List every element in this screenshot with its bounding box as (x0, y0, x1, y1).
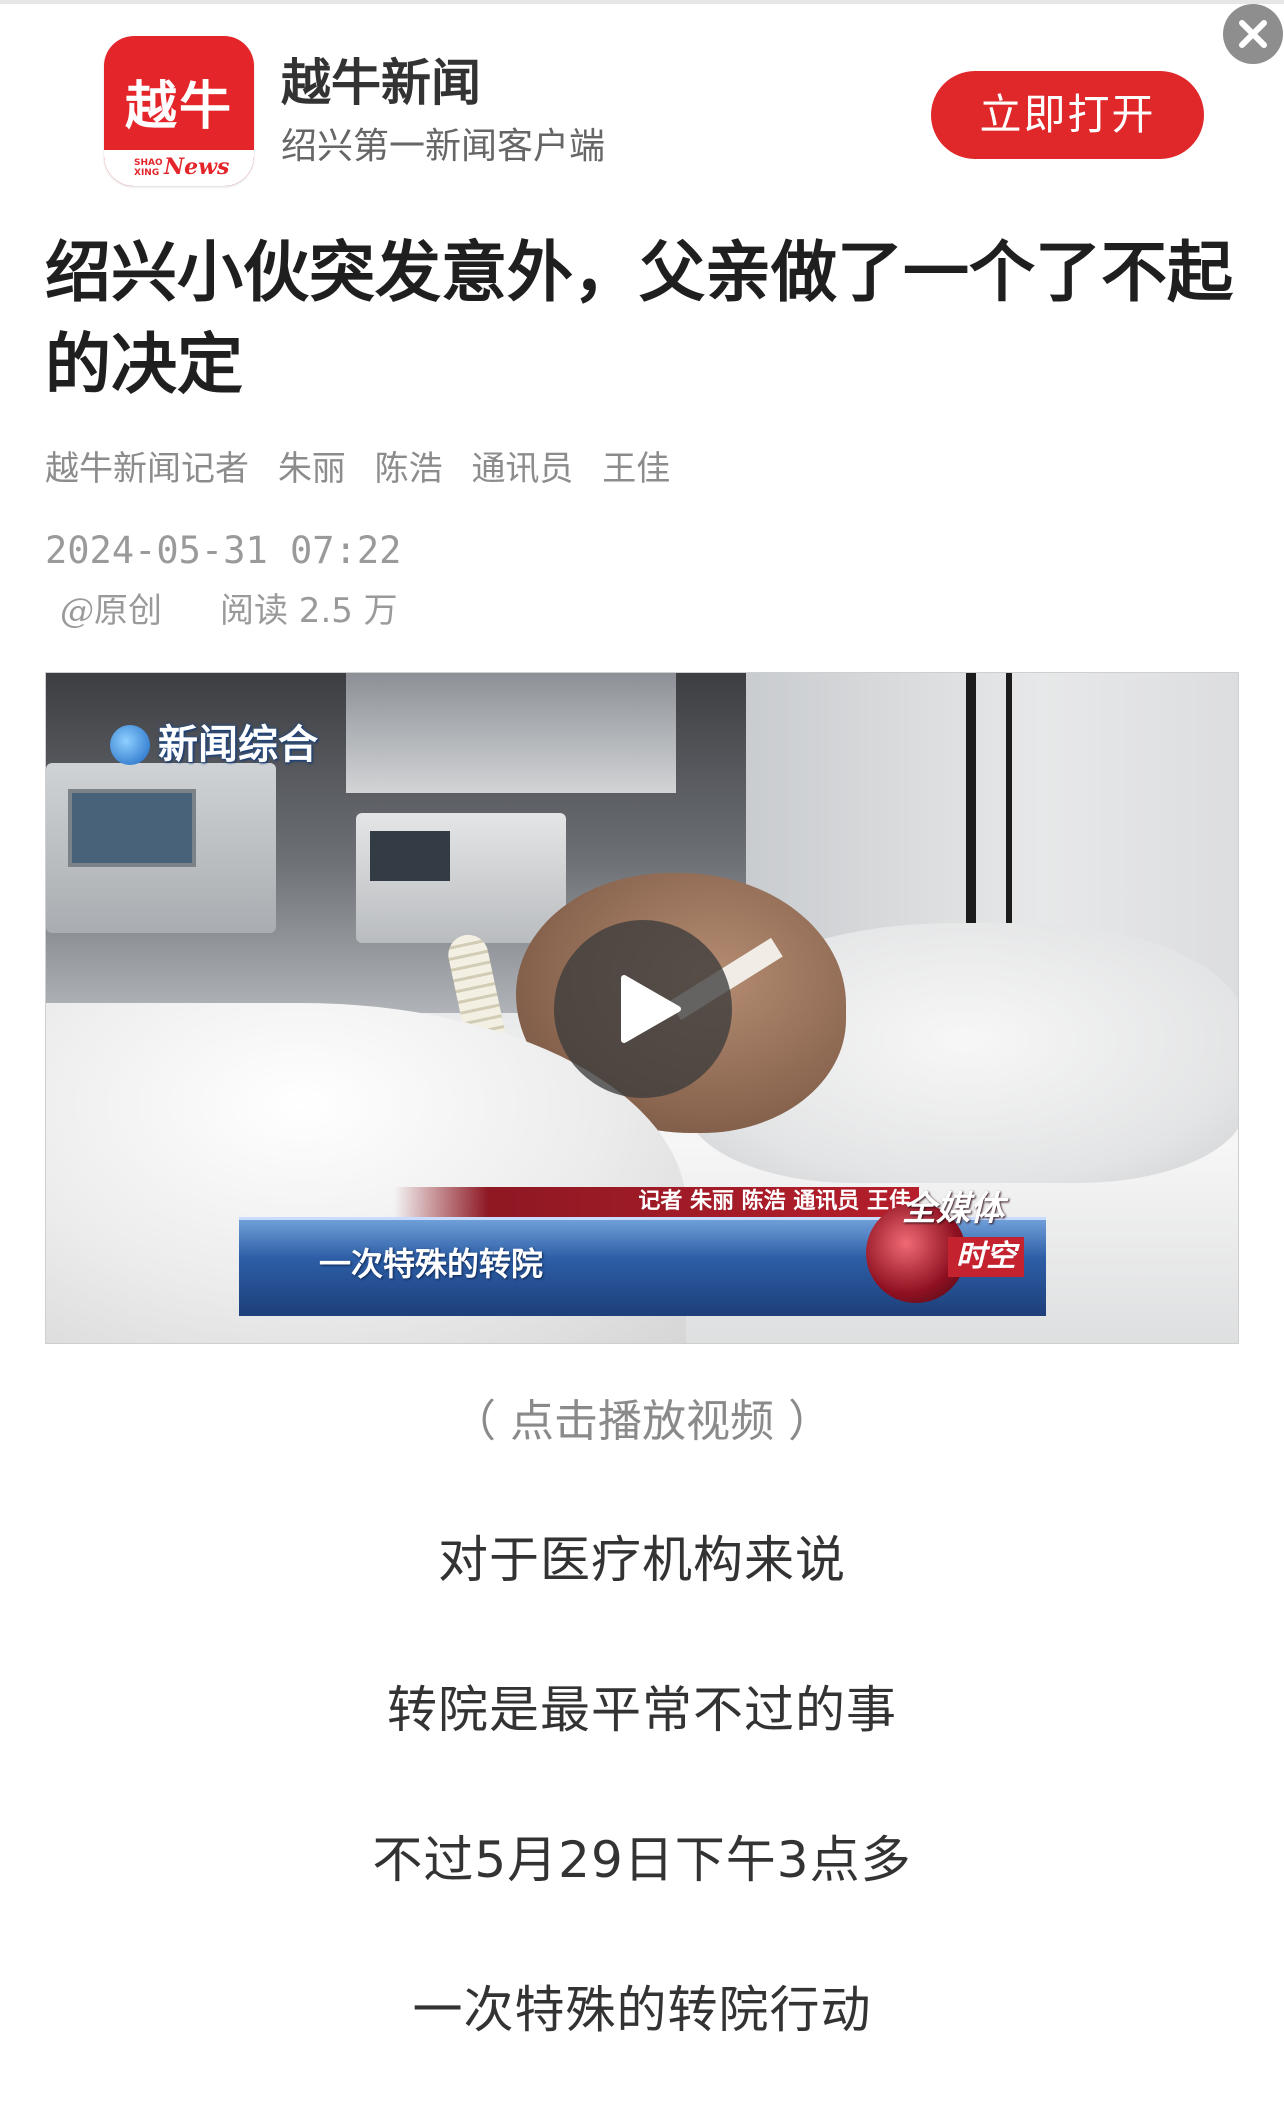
channel-icon (110, 725, 150, 765)
read-count: 阅读 2.5 万 (220, 591, 398, 631)
byline-correspondent: 王佳 (602, 449, 671, 489)
app-download-banner[interactable]: 越牛 SHAO XING News 越牛新闻 绍兴第一新闻客户端 立即打开 (0, 4, 1284, 190)
publish-time: 2024-05-31 07:22 (45, 529, 402, 572)
logo-small-text: SHAO XING (134, 158, 163, 178)
video-frame-ventilator (356, 813, 566, 943)
logo-footer: SHAO XING News (104, 150, 254, 186)
logo-news-text: News (164, 154, 230, 180)
article-title: 绍兴小伙突发意外，父亲做了一个了不起的决定 (45, 233, 1233, 403)
video-caption: 一次特殊的转院 (319, 1245, 544, 1283)
logo-text: 越牛 (124, 76, 233, 137)
video-player[interactable]: 新闻综合 记者 朱丽 陈浩 通讯员 王佳 一次特殊的转院 全媒体 时空 (45, 672, 1239, 1344)
article-paragraph: 对于医疗机构来说 (438, 1531, 846, 1589)
article-meta: @原创 阅读 2.5 万 (60, 590, 398, 632)
article-byline: 越牛新闻记者 朱丽 陈浩 通讯员 王佳 (45, 448, 688, 490)
byline-outlet: 越牛新闻记者 (45, 449, 249, 489)
close-icon (1239, 20, 1267, 48)
article-paragraph: 不过5月29日下午3点多 (372, 1831, 912, 1889)
byline-reporter: 朱丽 (277, 449, 346, 489)
original-tag: @原创 (60, 590, 162, 632)
video-frame-equipment (346, 673, 676, 793)
article-paragraph: 一次特殊的转院行动 (412, 1981, 872, 2039)
video-frame-monitor (46, 763, 276, 933)
program-badge: 全媒体 时空 (866, 1173, 1071, 1313)
open-app-button[interactable]: 立即打开 (931, 71, 1204, 159)
original-icon: @ (60, 591, 94, 631)
app-tagline: 绍兴第一新闻客户端 (281, 126, 606, 167)
app-logo: 越牛 SHAO XING News (104, 36, 254, 186)
program-subtitle: 时空 (948, 1237, 1024, 1277)
video-hint: （ 点击播放视频 ） (452, 1396, 832, 1447)
reporter-strip: 记者 朱丽 陈浩 通讯员 王佳 (394, 1187, 919, 1217)
byline-reporter: 陈浩 (374, 449, 443, 489)
close-banner-button[interactable] (1223, 4, 1283, 64)
original-label: 原创 (94, 591, 162, 631)
play-icon (621, 975, 681, 1043)
byline-correspondent-label: 通讯员 (471, 449, 574, 489)
channel-name: 新闻综合 (158, 722, 318, 768)
article-paragraph: 转院是最平常不过的事 (387, 1681, 897, 1739)
app-name: 越牛新闻 (281, 54, 481, 112)
play-button[interactable] (554, 920, 732, 1098)
program-title: 全媒体 (902, 1189, 1004, 1229)
